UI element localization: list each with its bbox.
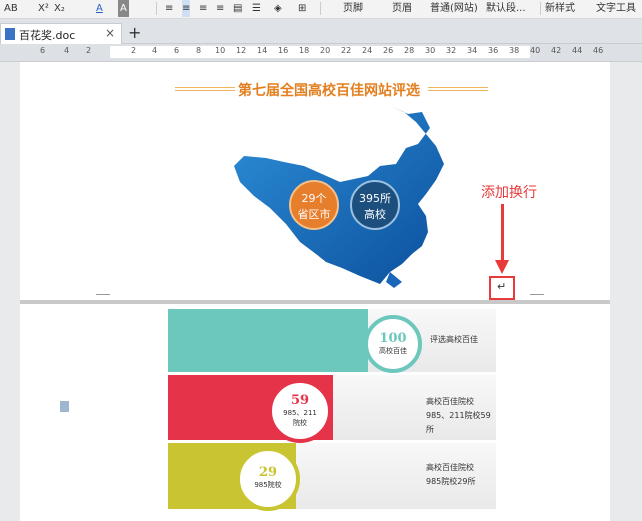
infographic-bar-1: 100 高校百佳 评选高校百佳 (168, 309, 496, 373)
paragraph-mark: ↵ (497, 280, 507, 293)
badge-2: 59 985、211 院校 (268, 379, 332, 443)
provinces-count: 29个 (301, 192, 327, 205)
justify-icon[interactable]: ≡ (216, 0, 224, 17)
document-tab[interactable]: 百花奖.doc × (0, 23, 122, 44)
universities-label: 高校 (364, 208, 386, 221)
close-icon[interactable]: × (105, 26, 115, 40)
universities-count: 395所 (359, 192, 391, 205)
superscript-button[interactable]: X² (38, 0, 49, 17)
line-spacing-icon[interactable]: ☰ (252, 0, 261, 17)
text-tools-tab[interactable]: 文字工具 (596, 0, 636, 17)
style-header[interactable]: 页眉 (392, 0, 412, 17)
doc-icon[interactable] (60, 401, 69, 412)
bar-1-text: 评选高校百佳 (430, 335, 478, 344)
subscript-button[interactable]: X₂ (54, 0, 65, 17)
ribbon-toolbar: AB X² X₂ A A ≡ ≡ ≡ ≡ ▤ ☰ ◈ ⊞ 页脚 页眉 普通(网站… (0, 0, 642, 19)
align-center-icon[interactable]: ≡ (182, 0, 191, 17)
provinces-label: 省区市 (297, 208, 331, 221)
style-default-paragraph[interactable]: 默认段... (486, 0, 526, 17)
align-right-icon[interactable]: ≡ (199, 0, 207, 17)
style-footer[interactable]: 页脚 (343, 0, 363, 17)
document-tab-label: 百花奖.doc (19, 29, 76, 42)
provinces-circle: 29个 省区市 (289, 180, 339, 230)
style-normal-web[interactable]: 普通(网站) (430, 0, 478, 17)
new-style-button[interactable]: 新样式 (545, 0, 575, 17)
annotation-arrow (501, 204, 504, 262)
banner-title: 第七届全国高校百佳网站评选 (238, 83, 420, 99)
shading-icon[interactable]: ◈ (274, 0, 282, 17)
document-tabbar: 百花奖.doc × + (0, 19, 642, 44)
char-shading-button[interactable]: A (118, 0, 129, 17)
horizontal-ruler[interactable]: 6 4 2 2 4 6 8 10 12 14 16 18 20 22 24 26… (0, 44, 642, 62)
align-left-icon[interactable]: ≡ (165, 0, 173, 17)
bar-2-text: 高校百佳院校 985、211院校59所 (426, 397, 491, 434)
change-case-button[interactable]: AB (4, 0, 18, 17)
new-tab-button[interactable]: + (128, 23, 141, 42)
distribute-icon[interactable]: ▤ (233, 0, 242, 17)
infographic-bar-3: 29 985院校 高校百佳院校 985院校29所 (168, 443, 496, 511)
paragraph-mark-highlight: ↵ (489, 276, 515, 300)
universities-circle: 395所 高校 (350, 180, 400, 230)
border-icon[interactable]: ⊞ (298, 0, 306, 17)
infographic-bar-2: 59 985、211 院校 高校百佳院校 985、211院校59所 (168, 375, 496, 443)
doc-icon (5, 28, 15, 40)
bar-3-text: 高校百佳院校 985院校29所 (426, 463, 476, 486)
china-map-image (234, 106, 444, 288)
badge-3: 29 985院校 (236, 447, 300, 511)
annotation-arrowhead (495, 260, 509, 274)
annotation-text: 添加换行 (481, 185, 537, 201)
badge-1: 100 高校百佳 (364, 315, 422, 373)
font-color-button[interactable]: A (96, 0, 103, 17)
